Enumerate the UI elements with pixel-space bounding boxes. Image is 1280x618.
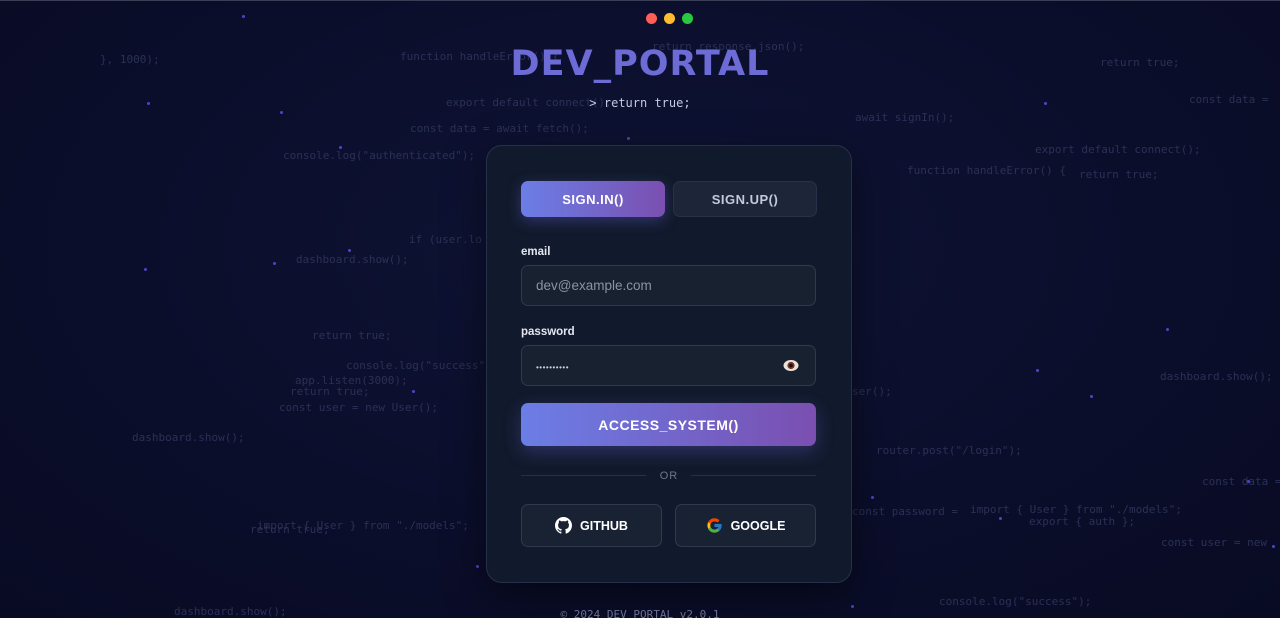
google-login-button[interactable]: GOOGLE (675, 504, 816, 547)
particle-dot (1036, 369, 1039, 372)
particle-dot (242, 15, 245, 18)
github-button-label: GITHUB (580, 518, 628, 533)
google-icon (706, 517, 723, 534)
email-field[interactable] (521, 265, 816, 306)
divider-left (521, 475, 646, 476)
email-label: email (521, 246, 551, 258)
bg-code-line: const data = await fetch(); (410, 122, 589, 135)
particle-dot (1247, 480, 1250, 483)
brand-title: DEV_PORTAL (510, 44, 770, 84)
footer-copyright: © 2024 DEV_PORTAL v2.0.1 (560, 608, 720, 618)
github-icon (555, 517, 573, 534)
divider-right (691, 475, 816, 476)
particle-dot (1166, 328, 1169, 331)
particle-dot (476, 565, 479, 568)
bg-code-line: await signIn(); (855, 111, 955, 124)
bg-code-line: console.log("success"); (346, 359, 499, 372)
minimize-window-button[interactable] (664, 13, 675, 24)
bg-code-line: router.post("/login"); (876, 444, 1022, 457)
bg-code-line: console.log("success"); (939, 595, 1092, 608)
particle-dot (273, 262, 276, 265)
tab-sign-up[interactable]: SIGN.UP() (673, 181, 817, 217)
bg-code-line: return true; (250, 523, 330, 536)
particle-dot (144, 268, 147, 271)
bg-code-line: dashboard.show(); (296, 253, 409, 266)
particle-dot (871, 496, 874, 499)
bg-code-line: dashboard.show(); (132, 431, 245, 444)
bg-code-line: export default connect(); (1035, 143, 1201, 156)
login-card: SIGN.IN() SIGN.UP() email password •••••… (486, 145, 852, 583)
bg-code-line: return true; (1079, 168, 1159, 181)
bg-code-line: const user = new (1161, 536, 1267, 549)
password-masked-value: •••••••••• (536, 363, 570, 372)
bg-code-line: export { auth }; (1029, 515, 1135, 528)
bg-code-line: return true; (312, 329, 392, 342)
window-controls (646, 13, 693, 24)
particle-dot (280, 111, 283, 114)
eye-icon[interactable] (783, 359, 799, 372)
google-button-label: GOOGLE (730, 518, 786, 533)
bg-code-line: dashboard.show(); (1160, 370, 1273, 383)
close-window-button[interactable] (646, 13, 657, 24)
maximize-window-button[interactable] (682, 13, 693, 24)
bg-code-line: const user = new User(); (279, 401, 438, 414)
password-label: password (521, 326, 575, 338)
particle-dot (627, 137, 630, 140)
particle-dot (339, 146, 342, 149)
particle-dot (348, 249, 351, 252)
bg-code-line: const password = (852, 505, 958, 518)
brand-tagline: > return true; (589, 96, 691, 110)
bg-code-line: function handleError() { (907, 164, 1066, 177)
particle-dot (412, 390, 415, 393)
login-page: }, 1000); function handleError() { retur… (0, 0, 1280, 618)
bg-code-line: console.log("authenticated"); (283, 149, 476, 162)
bg-code-line: return true; (290, 385, 370, 398)
particle-dot (1272, 545, 1275, 548)
bg-code-line: ser(); (852, 385, 892, 398)
particle-dot (999, 517, 1002, 520)
access-system-button[interactable]: ACCESS_SYSTEM() (521, 403, 816, 446)
tab-sign-in[interactable]: SIGN.IN() (521, 181, 665, 217)
github-login-button[interactable]: GITHUB (521, 504, 662, 547)
bg-code-line: const data = (1202, 475, 1280, 488)
divider-or-label: OR (659, 470, 679, 482)
bg-code-line: if (user.lo (409, 233, 482, 246)
particle-dot (1090, 395, 1093, 398)
auth-tabs: SIGN.IN() SIGN.UP() (521, 181, 817, 217)
top-border (0, 0, 1280, 1)
